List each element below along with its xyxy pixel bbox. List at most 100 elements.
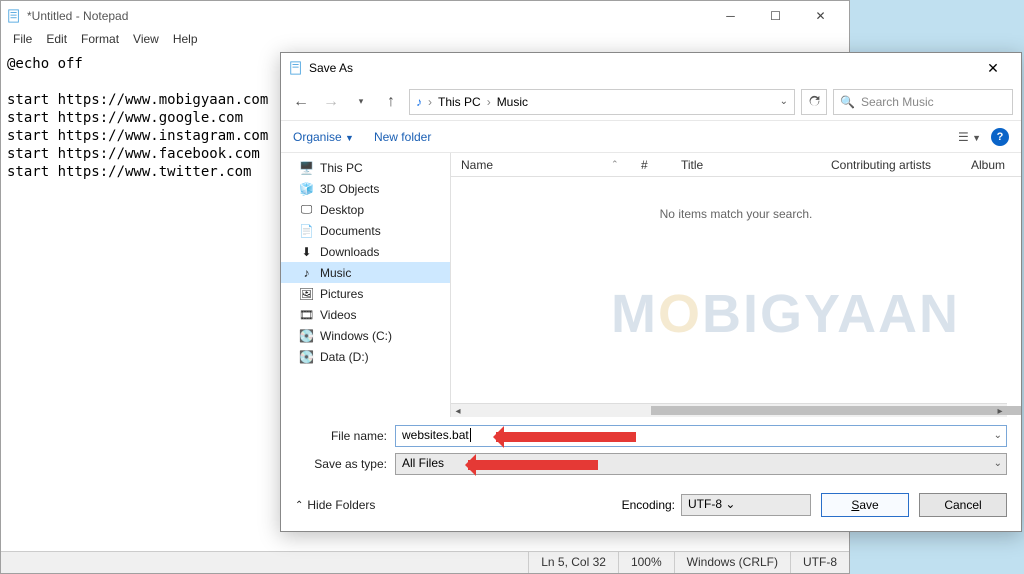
breadcrumb-folder[interactable]: Music <box>497 95 528 109</box>
cancel-button[interactable]: Cancel <box>919 493 1007 517</box>
tree-item-documents[interactable]: 📄Documents <box>281 220 450 241</box>
menu-format[interactable]: Format <box>75 31 125 51</box>
chevron-down-icon[interactable]: ⌄ <box>994 430 1002 441</box>
notepad-title: *Untitled - Notepad <box>27 9 128 23</box>
nav-back-button[interactable]: ← <box>289 90 313 114</box>
breadcrumb-root[interactable]: This PC <box>438 95 481 109</box>
file-list[interactable]: Name ⌃ # Title Contributing artists Albu… <box>451 153 1021 417</box>
saveas-footer: ⌃ Hide Folders Encoding: UTF-8 ⌄ Save Ca… <box>281 485 1021 531</box>
filename-value: websites.bat <box>402 428 469 442</box>
pc-icon: 🖥️ <box>299 160 314 175</box>
tree-item-videos[interactable]: 🎞Videos <box>281 304 450 325</box>
tree-item-music[interactable]: ♪ Music <box>281 262 450 283</box>
tree-item-label: This PC <box>320 161 363 175</box>
organise-button[interactable]: Organise ▼ <box>293 130 354 144</box>
saveas-close-button[interactable]: ✕ <box>973 53 1013 83</box>
saveas-titlebar[interactable]: Save As ✕ <box>281 53 1021 83</box>
tree-item-label: Windows (C:) <box>320 329 392 343</box>
tree-item-label: 3D Objects <box>320 182 379 196</box>
chevron-right-icon: › <box>428 95 432 109</box>
tree-item-label: Downloads <box>320 245 379 259</box>
menu-help[interactable]: Help <box>167 31 204 51</box>
menu-edit[interactable]: Edit <box>40 31 73 51</box>
chevron-down-icon[interactable]: ⌄ <box>780 96 788 107</box>
chevron-up-icon: ⌃ <box>295 500 303 511</box>
annotation-arrow <box>496 432 636 442</box>
saveas-title: Save As <box>309 61 353 75</box>
encoding-label: Encoding: <box>622 498 675 512</box>
menu-view[interactable]: View <box>127 31 165 51</box>
close-button[interactable]: ✕ <box>798 1 843 31</box>
scroll-thumb[interactable] <box>651 406 1021 415</box>
videos-icon: 🎞 <box>299 307 314 322</box>
search-input[interactable]: 🔍 Search Music <box>833 89 1013 115</box>
col-name[interactable]: Name <box>451 158 601 172</box>
hide-folders-button[interactable]: ⌃ Hide Folders <box>295 498 375 512</box>
save-button[interactable]: Save <box>821 493 909 517</box>
chevron-down-icon[interactable]: ⌄ <box>725 497 735 511</box>
tree-item-label: Data (D:) <box>320 350 369 364</box>
search-icon: 🔍 <box>840 95 855 109</box>
tree-item-windows-c-[interactable]: 💽 Windows (C:) <box>281 325 450 346</box>
help-button[interactable]: ? <box>991 128 1009 146</box>
tree-item-label: Documents <box>320 224 381 238</box>
scroll-right-icon[interactable]: ▸ <box>993 404 1007 417</box>
chevron-right-icon: › <box>487 95 491 109</box>
encoding-select[interactable]: UTF-8 ⌄ <box>681 494 811 516</box>
saveastype-value: All Files <box>402 456 444 470</box>
saveastype-label: Save as type: <box>295 457 395 471</box>
save-as-dialog: Save As ✕ ← → ▾ ↑ ♪ › This PC › Music ⌄ … <box>280 52 1022 532</box>
status-position: Ln 5, Col 32 <box>528 552 618 573</box>
drive-icon: 💽 <box>299 328 314 343</box>
col-artists[interactable]: Contributing artists <box>821 158 961 172</box>
scroll-left-icon[interactable]: ◂ <box>451 404 465 417</box>
horizontal-scrollbar[interactable]: ◂ ▸ <box>451 403 1007 417</box>
saveas-form: File name: websites.bat ⌄ Save as type: … <box>281 417 1021 485</box>
status-eol: Windows (CRLF) <box>674 552 790 573</box>
column-headers[interactable]: Name ⌃ # Title Contributing artists Albu… <box>451 153 1021 177</box>
annotation-arrow <box>468 460 598 470</box>
tree-item-data-d-[interactable]: 💽 Data (D:) <box>281 346 450 367</box>
saveastype-select[interactable]: All Files ⌄ <box>395 453 1007 475</box>
search-placeholder: Search Music <box>861 95 934 109</box>
saveas-toolbar: Organise ▼ New folder ☰ ▼ ? <box>281 121 1021 153</box>
notepad-titlebar[interactable]: *Untitled - Notepad ─ ☐ ✕ <box>1 1 849 31</box>
col-title[interactable]: Title <box>671 158 821 172</box>
address-bar[interactable]: ♪ › This PC › Music ⌄ <box>409 89 795 115</box>
chevron-down-icon[interactable]: ⌄ <box>994 458 1002 469</box>
col-number[interactable]: # <box>631 158 671 172</box>
tree-item-pictures[interactable]: 🖼 Pictures <box>281 283 450 304</box>
encoding-value: UTF-8 <box>688 497 722 511</box>
menu-file[interactable]: File <box>7 31 38 51</box>
pictures-icon: 🖼 <box>299 286 314 301</box>
tree-item-3d-objects[interactable]: 🧊3D Objects <box>281 178 450 199</box>
sort-indicator-icon: ⌃ <box>601 159 631 170</box>
refresh-button[interactable] <box>801 89 827 115</box>
minimize-button[interactable]: ─ <box>708 1 753 31</box>
music-icon: ♪ <box>416 95 422 109</box>
col-album[interactable]: Album <box>961 158 1015 172</box>
nav-up-button[interactable]: ↑ <box>379 90 403 114</box>
notepad-icon <box>7 9 21 23</box>
tree-item-downloads[interactable]: ⬇Downloads <box>281 241 450 262</box>
desktop-icon: 🖵 <box>299 202 314 217</box>
filename-label: File name: <box>295 429 395 443</box>
tree-item-desktop[interactable]: 🖵 Desktop <box>281 199 450 220</box>
saveas-navbar: ← → ▾ ↑ ♪ › This PC › Music ⌄ 🔍 Search M… <box>281 83 1021 121</box>
tree-item-label: Desktop <box>320 203 364 217</box>
tree-item-label: Music <box>320 266 351 280</box>
watermark: MOBIGYAAN <box>611 283 960 345</box>
folder-tree[interactable]: 🖥️ This PC 🧊3D Objects 🖵 Desktop 📄Documents⬇D… <box>281 153 451 417</box>
filename-input[interactable]: websites.bat ⌄ <box>395 425 1007 447</box>
tree-item-label: Pictures <box>320 287 363 301</box>
new-folder-button[interactable]: New folder <box>374 130 431 144</box>
drive-icon: 💽 <box>299 349 314 364</box>
music-icon: ♪ <box>299 265 314 280</box>
status-zoom: 100% <box>618 552 674 573</box>
maximize-button[interactable]: ☐ <box>753 1 798 31</box>
nav-recent-button[interactable]: ▾ <box>349 90 373 114</box>
nav-forward-button[interactable]: → <box>319 90 343 114</box>
notepad-icon <box>289 61 303 75</box>
view-options-button[interactable]: ☰ ▼ <box>958 130 981 144</box>
tree-item-this-pc[interactable]: 🖥️ This PC <box>281 157 450 178</box>
